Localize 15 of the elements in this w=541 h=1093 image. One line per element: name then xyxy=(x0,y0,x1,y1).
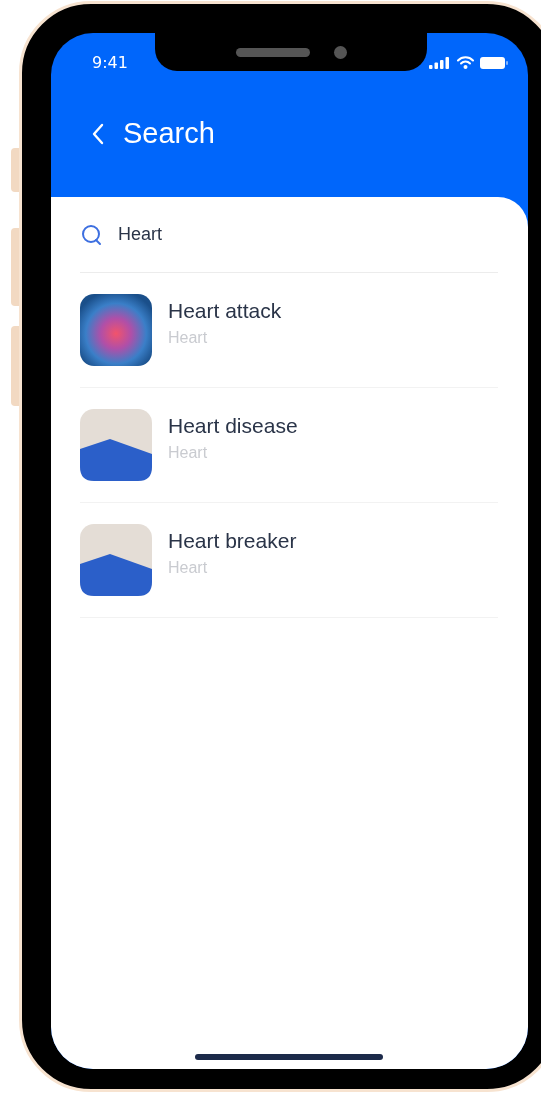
photo-placeholder xyxy=(80,524,152,596)
page-title: Search xyxy=(123,117,215,150)
signal-icon xyxy=(429,56,451,69)
search-icon xyxy=(80,222,104,247)
back-icon[interactable] xyxy=(91,122,105,145)
photo-placeholder xyxy=(80,409,152,481)
wifi-icon xyxy=(457,56,474,69)
search-field[interactable]: Heart xyxy=(118,224,418,245)
battery-icon xyxy=(480,56,508,69)
speaker-icon xyxy=(235,47,310,57)
result-title[interactable]: Heart attack xyxy=(168,299,282,323)
camera-icon xyxy=(333,45,347,59)
status-time: 9:41 xyxy=(92,53,128,72)
result-title[interactable]: Heart disease xyxy=(168,414,298,438)
result-title[interactable]: Heart breaker xyxy=(168,529,297,553)
